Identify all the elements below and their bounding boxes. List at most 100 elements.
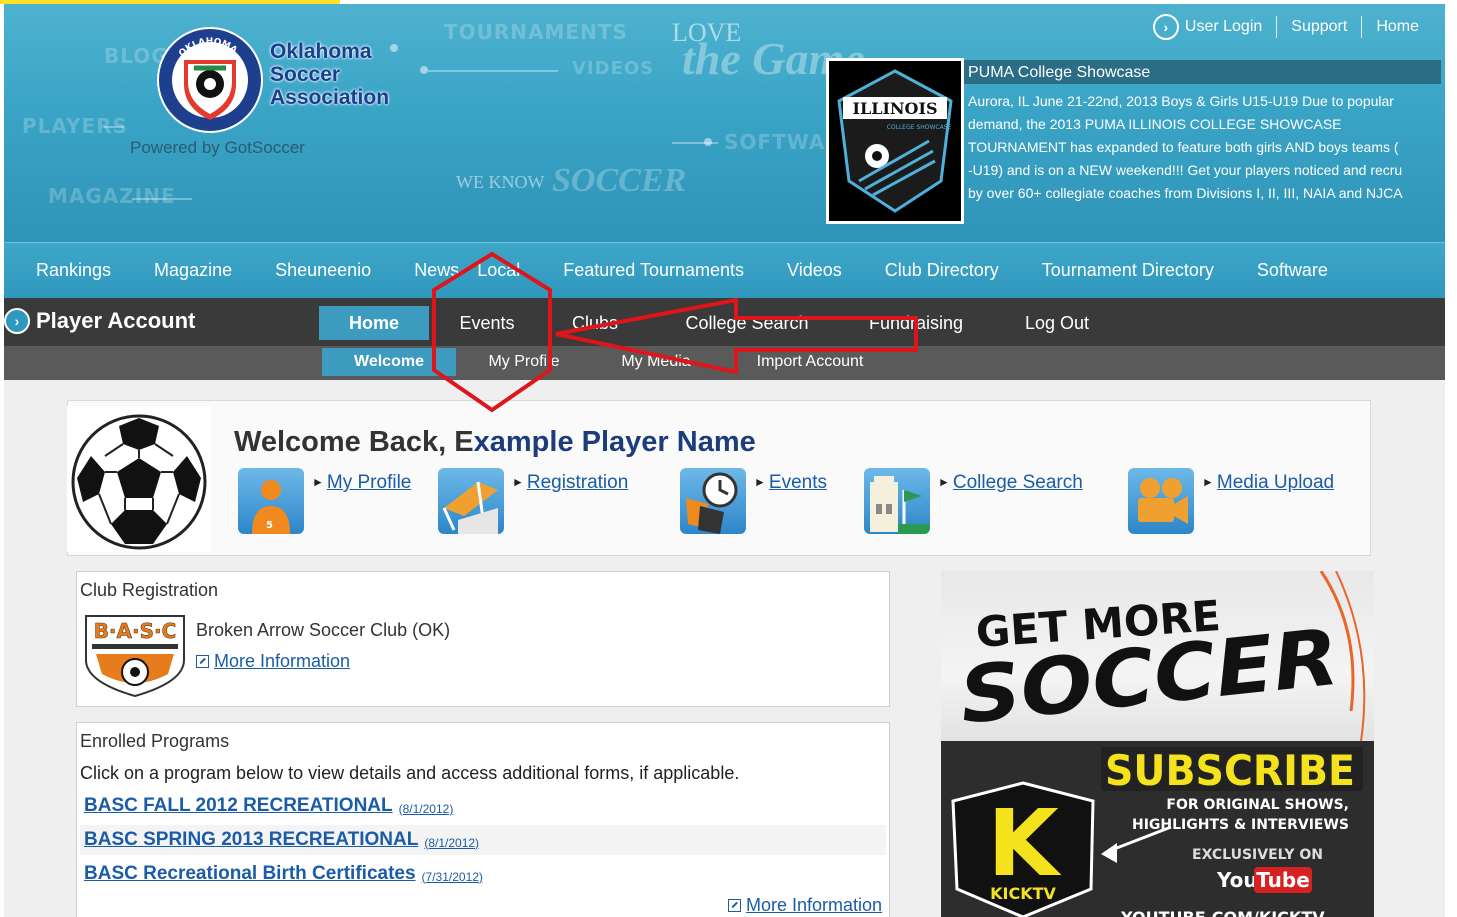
my-profile-label: My Profile [326, 472, 412, 493]
subtab-my-media[interactable]: My Media [606, 348, 706, 376]
feature-line: Aurora, IL June 21-22nd, 2013 Boys & Gir… [968, 93, 1394, 109]
bg-line [104, 126, 124, 128]
tab-log-out[interactable]: Log Out [1012, 306, 1102, 340]
brand-name[interactable]: Oklahoma Soccer Association [270, 40, 389, 109]
events-label: Events [768, 472, 827, 493]
main-nav: Rankings Magazine Sheuneenio News Local … [4, 242, 1445, 298]
soccer-ball-icon [71, 414, 207, 550]
quick-link-events[interactable]: ► Events [680, 466, 827, 534]
college-search-link[interactable]: ► College Search [938, 472, 1083, 494]
kicktv-advertisement[interactable]: GET MORE SOCCER SUBSCRIBE FOR ORIGINAL S… [941, 571, 1374, 917]
profile-icon: 5 [238, 468, 304, 534]
home-link[interactable]: Home [1361, 16, 1433, 38]
club-name: Broken Arrow Soccer Club (OK) [196, 620, 451, 640]
osa-logo-badge[interactable]: OKLAHOMA [154, 24, 266, 136]
registration-icon [438, 468, 504, 534]
quick-link-registration[interactable]: ► Registration [438, 466, 628, 534]
media-upload-link[interactable]: ► Media Upload [1202, 472, 1334, 494]
feature-line: demand, the 2013 PUMA ILLINOIS COLLEGE S… [968, 116, 1342, 132]
ad-tagline-1: FOR ORIGINAL SHOWS, [1166, 797, 1349, 813]
account-subnav: Welcome My Profile My Media Import Accou… [4, 346, 1445, 380]
feature-news-image[interactable]: ILLINOIS COLLEGE SHOWCASE [826, 58, 964, 224]
tab-fundraising[interactable]: Fundraising [856, 306, 976, 340]
feature-news-title[interactable]: PUMA College Showcase [968, 64, 1150, 82]
player-account-label: Player Account [36, 308, 196, 333]
list-item[interactable]: BASC Recreational Birth Certificates (7/… [80, 859, 886, 889]
bg-line [428, 70, 558, 72]
player-account-title: › Player Account [4, 308, 195, 334]
nav-sheuneenio[interactable]: Sheuneenio [275, 260, 371, 281]
basc-club-logo[interactable]: B·A·S·C [82, 612, 188, 698]
chevron-right-icon: › [1152, 14, 1179, 40]
tab-events[interactable]: Events [442, 306, 532, 340]
club-more-info-link[interactable]: More Information [196, 651, 350, 672]
tab-college-search[interactable]: College Search [672, 306, 822, 340]
my-profile-link[interactable]: ► My Profile [312, 472, 411, 494]
media-upload-label: Media Upload [1216, 472, 1335, 493]
nav-rankings[interactable]: Rankings [36, 260, 111, 281]
bg-weknow-text: WE KNOW [456, 172, 545, 192]
program-link[interactable]: BASC Recreational Birth Certificates [84, 863, 416, 885]
support-link[interactable]: Support [1276, 16, 1361, 38]
top-utility-links: › User Login Support Home [1139, 12, 1433, 42]
powered-by-text: Powered by GotSoccer [130, 138, 305, 157]
quick-link-college-search[interactable]: ► College Search [864, 466, 1083, 534]
quick-link-my-profile[interactable]: 5 ► My Profile [238, 466, 411, 534]
program-date: (8/1/2012) [398, 801, 454, 816]
brand-line: Soccer [270, 63, 341, 86]
quick-link-media-upload[interactable]: ► Media Upload [1128, 466, 1334, 534]
account-nav: › Player Account Home Events Clubs Colle… [4, 298, 1445, 346]
nav-videos[interactable]: Videos [787, 260, 842, 281]
brand-line: Association [270, 86, 390, 109]
external-link-icon [196, 655, 209, 668]
tab-clubs[interactable]: Clubs [560, 306, 630, 340]
avatar[interactable] [67, 406, 211, 552]
nav-tournament-directory[interactable]: Tournament Directory [1042, 260, 1214, 281]
program-date: (8/1/2012) [424, 835, 480, 850]
external-link-icon [728, 899, 741, 912]
registration-link[interactable]: ► Registration [512, 472, 628, 494]
program-link[interactable]: BASC SPRING 2013 RECREATIONAL [84, 829, 418, 851]
feature-line: by over 60+ collegiate coaches from Divi… [968, 185, 1403, 201]
ad-artwork: GET MORE SOCCER SUBSCRIBE FOR ORIGINAL S… [941, 571, 1374, 917]
feature-line: TOURNAMENT has expanded to feature both … [968, 139, 1399, 155]
bg-line [132, 198, 192, 200]
nav-featured-tournaments[interactable]: Featured Tournaments [563, 260, 744, 281]
player-name: xample Player Name [473, 426, 756, 458]
user-login-label: User Login [1184, 18, 1263, 35]
tab-home[interactable]: Home [319, 306, 429, 340]
programs-more-info-link[interactable]: More Information [728, 895, 882, 916]
bg-soccer-text: SOCCER [552, 162, 687, 199]
nav-magazine[interactable]: Magazine [154, 260, 232, 281]
bg-word-magazine: MAGAZINE [48, 184, 176, 208]
nav-club-directory[interactable]: Club Directory [885, 260, 999, 281]
bg-dot [704, 138, 712, 146]
ad-exclusive: EXCLUSIVELY ON [1192, 847, 1323, 863]
college-search-label: College Search [952, 472, 1083, 493]
list-item[interactable]: BASC SPRING 2013 RECREATIONAL (8/1/2012) [80, 825, 886, 855]
feature-news-body: Aurora, IL June 21-22nd, 2013 Boys & Gir… [968, 90, 1448, 205]
user-login-link[interactable]: › User Login [1139, 12, 1276, 42]
nav-software[interactable]: Software [1257, 260, 1328, 281]
brand-line: Oklahoma [270, 40, 372, 63]
nav-news[interactable]: News [414, 260, 459, 281]
subtab-my-profile[interactable]: My Profile [474, 348, 574, 376]
list-item[interactable]: BASC FALL 2012 RECREATIONAL (8/1/2012) [80, 791, 886, 821]
feature-image-subtitle: COLLEGE SHOWCASE [887, 124, 952, 131]
programs-more-info-label: More Information [746, 895, 883, 915]
svg-text:5: 5 [266, 520, 273, 531]
welcome-title: Welcome Back, Example Player Name [234, 426, 756, 459]
subtab-welcome[interactable]: Welcome [322, 348, 456, 376]
events-link[interactable]: ► Events [754, 472, 827, 494]
ad-url: YOUTUBE.COM/KICKTV [1120, 908, 1325, 917]
welcome-prefix: Welcome Back, E [234, 426, 474, 458]
enrolled-programs-title: Enrolled Programs [80, 731, 230, 751]
program-link[interactable]: BASC FALL 2012 RECREATIONAL [84, 795, 393, 817]
subtab-import-account[interactable]: Import Account [740, 348, 880, 376]
ad-youtube-you: You [1216, 868, 1258, 892]
bg-word-tournaments: TOURNAMENTS [444, 20, 628, 44]
bg-dot [420, 66, 428, 74]
club-registration-title: Club Registration [80, 580, 219, 600]
bg-word-videos: VIDEOS [572, 58, 655, 79]
nav-local[interactable]: Local [477, 260, 520, 281]
